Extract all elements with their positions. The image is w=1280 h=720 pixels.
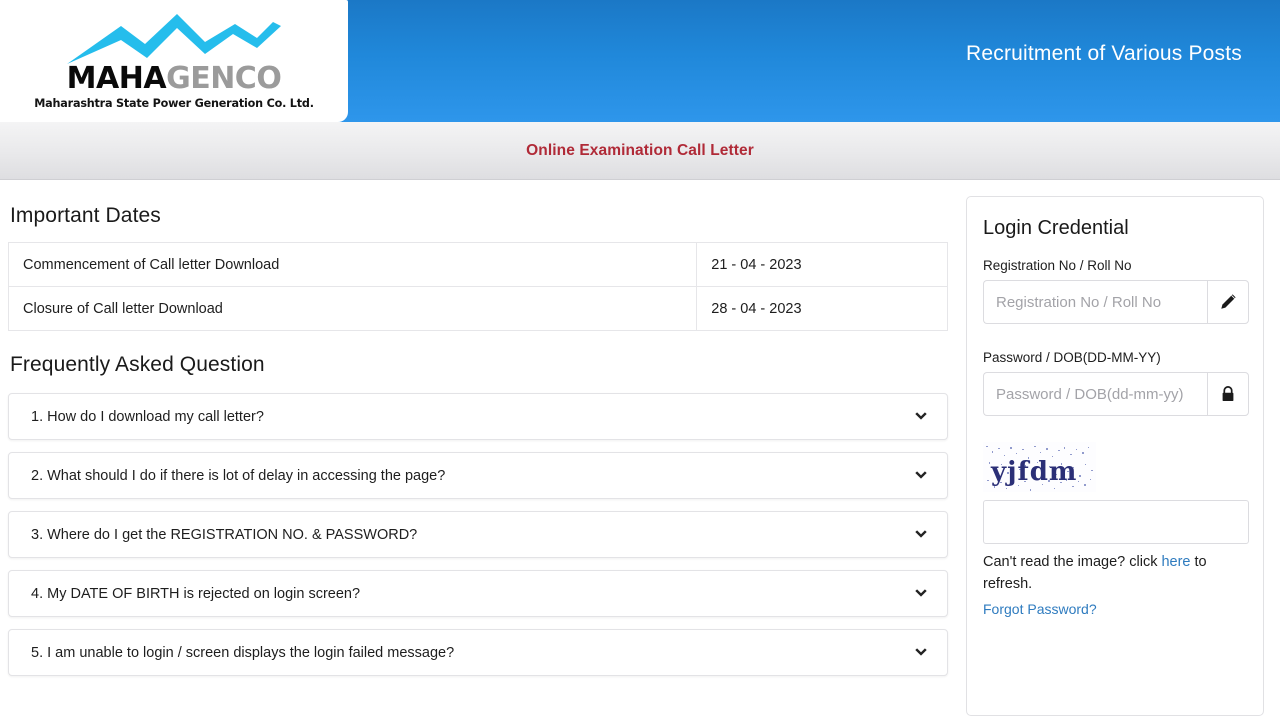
chevron-down-icon[interactable] <box>913 468 929 484</box>
chevron-down-icon[interactable] <box>913 645 929 661</box>
lock-icon <box>1222 386 1234 401</box>
password-field-group <box>983 372 1249 416</box>
refresh-captcha-link[interactable]: here <box>1161 554 1190 570</box>
page-title: Recruitment of Various Posts <box>966 42 1242 65</box>
faq-list: 1. How do I download my call letter? 2. … <box>8 393 948 676</box>
lightning-mountain-mark <box>67 14 281 64</box>
logo-word-maha: MAHA <box>66 61 167 96</box>
captcha-refresh-text: Can't read the image? click here to refr… <box>983 551 1249 596</box>
chevron-down-icon[interactable] <box>913 409 929 425</box>
faq-question: 4. My DATE OF BIRTH is rejected on login… <box>31 585 361 602</box>
table-row: Commencement of Call letter Download 21 … <box>7 242 948 287</box>
left-column: Important Dates Commencement of Call let… <box>0 196 956 688</box>
table-row: Closure of Call letter Download 28 - 04 … <box>7 286 948 331</box>
logo-word-genco: GENCO <box>166 61 282 96</box>
registration-edit-addon[interactable] <box>1207 280 1249 324</box>
captcha-text: yjfdm <box>990 457 1077 487</box>
subbanner: Online Examination Call Letter <box>0 122 1280 180</box>
pencil-icon <box>1221 294 1236 309</box>
password-lock-addon[interactable] <box>1207 372 1249 416</box>
subbanner-title: Online Examination Call Letter <box>526 141 754 159</box>
captcha-image: yjfdm <box>983 442 1096 492</box>
faq-question: 1. How do I download my call letter? <box>31 408 264 425</box>
faq-item[interactable]: 2. What should I do if there is lot of d… <box>8 452 948 499</box>
chevron-down-icon[interactable] <box>913 586 929 602</box>
faq-question: 3. Where do I get the REGISTRATION NO. &… <box>31 526 418 543</box>
logo-tagline: Maharashtra State Power Generation Co. L… <box>34 97 314 110</box>
password-input[interactable] <box>983 372 1207 416</box>
main-content: Important Dates Commencement of Call let… <box>0 180 1280 716</box>
faq-item[interactable]: 4. My DATE OF BIRTH is rejected on login… <box>8 570 948 617</box>
login-panel: Login Credential Registration No / Roll … <box>966 196 1264 716</box>
date-label: Closure of Call letter Download <box>7 286 698 331</box>
registration-input[interactable] <box>983 280 1207 324</box>
date-value: 28 - 04 - 2023 <box>696 286 948 331</box>
captcha-input[interactable] <box>983 500 1249 544</box>
login-heading: Login Credential <box>983 217 1129 239</box>
forgot-password-link[interactable]: Forgot Password? <box>983 601 1097 617</box>
faq-item[interactable]: 1. How do I download my call letter? <box>8 393 948 440</box>
registration-label: Registration No / Roll No <box>983 258 1132 273</box>
faq-question: 5. I am unable to login / screen display… <box>31 644 455 661</box>
logo-wordmark: MAHAGENCO <box>67 64 282 94</box>
site-header: MAHAGENCO Maharashtra State Power Genera… <box>0 0 1280 122</box>
faq-item[interactable]: 3. Where do I get the REGISTRATION NO. &… <box>8 511 948 558</box>
registration-field-group <box>983 280 1249 324</box>
date-label: Commencement of Call letter Download <box>7 242 698 287</box>
date-value: 21 - 04 - 2023 <box>696 242 948 287</box>
password-label: Password / DOB(DD-MM-YY) <box>983 350 1161 365</box>
refresh-prefix: Can't read the image? click <box>983 554 1162 570</box>
right-column: Login Credential Registration No / Roll … <box>956 196 1280 716</box>
mahagenco-logo: MAHAGENCO Maharashtra State Power Genera… <box>0 0 348 122</box>
important-dates-table: Commencement of Call letter Download 21 … <box>7 242 948 331</box>
chevron-down-icon[interactable] <box>913 527 929 543</box>
faq-item[interactable]: 5. I am unable to login / screen display… <box>8 629 948 676</box>
important-dates-title: Important Dates <box>10 204 161 227</box>
faq-title: Frequently Asked Question <box>10 353 265 376</box>
faq-question: 2. What should I do if there is lot of d… <box>31 467 446 484</box>
